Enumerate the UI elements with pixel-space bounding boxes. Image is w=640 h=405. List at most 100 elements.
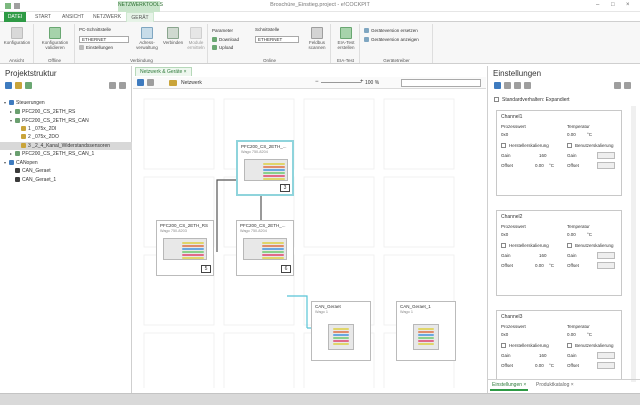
schnittstelle-label: Schnittstelle [255,27,280,32]
benutzerskalierung-checkbox[interactable] [567,243,572,248]
tab-produktkatalog[interactable]: Produktkatalog × [534,381,576,389]
geraeteversion-ersetzen-button[interactable]: Geräteversion ersetzen [364,28,418,34]
breadcrumb[interactable]: Netzwerk [181,80,202,86]
tree-item[interactable]: 2 _075x_2DO [0,133,59,141]
io-module-strip [262,254,284,256]
device-name: CAN_Geraet [315,304,341,309]
io-module-strip [333,328,349,330]
gain-input[interactable] [597,252,615,259]
offset-label: Offset [567,163,579,168]
verbinden-button[interactable]: Verbinden [162,27,184,45]
channel-title[interactable]: Channel2 [501,214,522,220]
tree-item[interactable]: CAN_Geraet [0,167,51,175]
network-toolbar: Netzwerk − + 100 % [133,77,486,89]
io-module-strip [333,337,349,339]
konfiguration-validieren-button[interactable]: Konfiguration validieren [37,27,73,50]
io-module-strip [418,340,434,342]
scrollbar[interactable] [631,106,636,382]
tab-start[interactable]: START [31,12,55,22]
tree-item-label: 2 _075x_2DO [28,134,59,140]
gain-input[interactable] [597,152,615,159]
zoom-in-icon[interactable]: + [360,79,364,85]
temperatur-unit: °C [587,332,593,337]
device-address-badge: 3 [280,184,290,192]
can-device[interactable]: CAN_Geraet Wago 1 [311,301,371,361]
device-view-icon[interactable] [15,82,22,89]
tree-view-icon[interactable] [5,82,12,89]
tree-item[interactable]: CAN_Geraet_1 [0,176,56,184]
device-address-badge: 5 [201,265,211,273]
feldbus-scannen-button[interactable]: Feldbus scannen [305,27,329,50]
tree-item[interactable]: ▾ PFC200_CS_2ETH_RS_CAN [0,117,89,125]
tree-item[interactable]: ▾ CANopen [0,159,38,167]
eia-test-erstellen-button[interactable]: EIA-Test erstellen [333,27,359,50]
zoom-slider[interactable] [321,82,361,83]
search-input[interactable] [401,79,481,87]
tab-ansicht[interactable]: ANSICHT [58,12,88,22]
settings-view-icon[interactable] [494,82,501,89]
gain-input[interactable] [597,352,615,359]
herstellerskalierung-checkbox[interactable] [501,343,506,348]
io-module-strip [182,242,204,244]
tree-item[interactable]: ▾ Steuerungen [0,99,45,107]
benutzerskalierung-checkbox[interactable] [567,143,572,148]
can-device[interactable]: CAN_Geraet_1 Wago 1 [396,301,456,361]
konfiguration-button[interactable]: Konfiguration [2,27,32,45]
grid-icon[interactable] [137,79,144,86]
collapse-icon[interactable] [109,82,116,89]
tree-item[interactable]: 3 _2_4_Kanal_Widerstandssensoren [0,142,132,150]
plc-device[interactable]: PFC200_CS_2ETH_... Wago 750-8204 3 [236,140,294,196]
expand-icon[interactable] [624,82,631,89]
tab-netzwerk-geraete[interactable]: Netzwerk & Geräte × [135,67,192,76]
tree-item[interactable]: ▸ PFC200_CS_2ETH_RS [0,108,75,116]
device-type: Wago 750-8203 [160,229,187,233]
tab-netzwerk[interactable]: NETZWERK [90,12,124,22]
offset-label: Offset [501,363,513,368]
upload-button[interactable]: Upload [212,45,233,51]
plc-device[interactable]: PFC200_CS_2ETH_RS Wago 750-8203 5 [156,220,214,276]
collapse-icon[interactable] [614,82,621,89]
temperatur-value: 0.00 [567,132,576,137]
expand-icon[interactable] [119,82,126,89]
parameters-icon[interactable] [514,82,521,89]
adressverwaltung-button[interactable]: Adress-verwaltung [134,27,160,50]
device-address-badge: 6 [281,265,291,273]
io-module-strip [263,166,285,168]
module-ermitteln-button[interactable]: Module ermitteln [184,27,208,50]
io-module-strip [182,245,204,247]
info-icon[interactable] [524,82,531,89]
download-button[interactable]: Download [212,37,239,43]
geraeteversion-anzeigen-button[interactable]: Geräteversion anzeigen [364,37,419,43]
minimize-button[interactable]: – [596,2,599,8]
io-module-strip [263,169,285,171]
offset-input[interactable] [597,262,615,269]
program-view-icon[interactable] [25,82,32,89]
tree-node-icon [15,118,20,124]
schnittstelle-select[interactable]: ETHERNET [255,36,299,43]
channel-title[interactable]: Channel1 [501,114,522,120]
properties-icon[interactable] [504,82,511,89]
offset-input[interactable] [597,362,615,369]
zoom-out-icon[interactable]: − [315,79,319,85]
herstellerskalierung-checkbox[interactable] [501,143,506,148]
plc-device[interactable]: PFC200_CS_2ETH_... Wago 750-8204 6 [236,220,294,276]
tab-datei[interactable]: DATEI [4,12,26,22]
offset-input[interactable] [597,162,615,169]
tree-item-label: PFC200_CS_2ETH_RS_CAN_1 [22,151,95,157]
channel-title[interactable]: Channel3 [501,314,522,320]
benutzerskalierung-checkbox[interactable] [567,343,572,348]
tab-geraet[interactable]: GERÄT [126,12,154,22]
io-module-strip [182,248,204,250]
maximize-button[interactable]: □ [611,2,615,8]
einstellungen-button[interactable]: Einstellungen [79,45,113,51]
io-module-strip [333,331,349,333]
herstellerskalierung-checkbox[interactable] [501,243,506,248]
tree-item[interactable]: ▸ PFC200_CS_2ETH_RS_CAN_1 [0,150,94,158]
standardverhalten-checkbox[interactable] [494,97,499,102]
device-image [244,159,288,181]
close-button[interactable]: × [626,2,630,8]
tree-item[interactable]: 1 _075x_2DI [0,125,56,133]
list-icon[interactable] [147,79,154,86]
pc-schnittstelle-select[interactable]: ETHERNET [79,36,129,43]
tab-einstellungen[interactable]: Einstellungen × [490,381,529,391]
